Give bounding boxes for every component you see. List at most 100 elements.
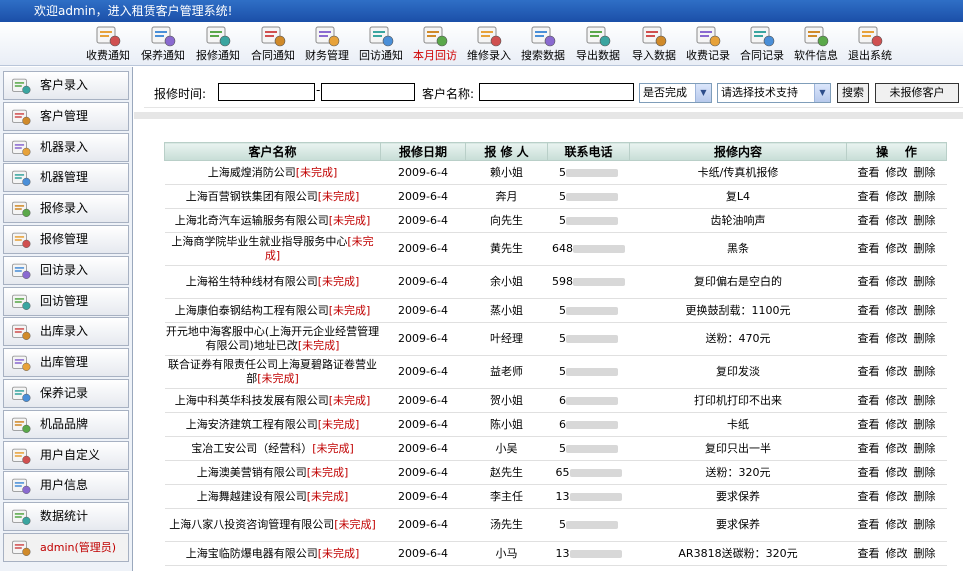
delete-link[interactable]: 删除 [914,214,936,227]
table-row[interactable]: 上海裕生特种线材有限公司[未完成] 2009-6-4 余小姐 598 复印偏右是空白的查… [164,265,947,299]
view-link[interactable]: 查看 [858,466,880,479]
sidebar-item-customer-entry[interactable]: 客户录入 [3,71,129,100]
sidebar-item-outbound-manage[interactable]: 出库管理 [3,348,129,378]
view-link[interactable]: 查看 [858,490,880,503]
delete-link[interactable]: 删除 [914,418,936,431]
edit-link[interactable]: 修改 [886,190,908,203]
toolbar-repair-entry-button[interactable]: 维修录入 [467,22,511,66]
edit-link[interactable]: 修改 [886,490,908,503]
sidebar-item-machine-manage[interactable]: 机器管理 [3,163,129,193]
delete-link[interactable]: 删除 [914,304,936,317]
view-link[interactable]: 查看 [858,166,880,179]
delete-link[interactable]: 删除 [914,365,936,378]
table-row[interactable]: 上海康伯泰钢结构工程有限公司[未完成] 2009-6-4 蒸小姐 5 更换鼓刮载：110… [164,298,947,323]
toolbar-revisit-notice-button[interactable]: 回访通知 [359,22,403,66]
delete-link[interactable]: 删除 [914,190,936,203]
edit-link[interactable]: 修改 [886,214,908,227]
sidebar-item-statistics[interactable]: 数据统计 [3,502,129,532]
reporter-cell: 向先生 [465,208,548,233]
view-link[interactable]: 查看 [858,242,880,255]
search-button[interactable]: 搜索 [837,83,869,103]
toolbar-contract-record-button[interactable]: 合同记录 [740,22,784,66]
table-row[interactable]: 开元地中海客服中心(上海开元企业经营管理有限公司)地址已改[未完成] 2009-6… [164,322,947,356]
table-row[interactable]: 上海百营钢铁集团有限公司[未完成] 2009-6-4 奔月 5 复L4 查看 修改 删除 [164,184,947,209]
tech-support-select[interactable]: 请选择技术支持 ▼ [717,83,831,103]
delete-link[interactable]: 删除 [914,518,936,531]
view-link[interactable]: 查看 [858,304,880,317]
edit-link[interactable]: 修改 [886,166,908,179]
date-end-input[interactable] [321,83,415,101]
delete-link[interactable]: 删除 [914,547,936,560]
toolbar-exit-button[interactable]: 退出系统 [848,22,892,66]
edit-link[interactable]: 修改 [886,518,908,531]
toolbar-export-data-button[interactable]: 导出数据 [576,22,620,66]
toolbar-maintenance-notice-button[interactable]: 保养通知 [141,22,185,66]
view-link[interactable]: 查看 [858,442,880,455]
delete-link[interactable]: 删除 [914,490,936,503]
sidebar-item-brand[interactable]: 机品品牌 [3,409,129,439]
edit-link[interactable]: 修改 [886,466,908,479]
edit-link[interactable]: 修改 [886,332,908,345]
delete-link[interactable]: 删除 [914,332,936,345]
table-row[interactable]: 上海安济建筑工程有限公司[未完成] 2009-6-4 陈小姐 6 卡纸 查看 修改 删除 [164,412,947,437]
table-row[interactable]: 上海商学院毕业生就业指导服务中心[未完成] 2009-6-4 黄先生 648 黑条 查看修… [164,232,947,266]
view-link[interactable]: 查看 [858,418,880,431]
edit-link[interactable]: 修改 [886,304,908,317]
toolbar-finance-button[interactable]: 财务管理 [305,22,349,66]
table-row[interactable]: 联合证券有限责任公司上海夏碧路证卷营业部[未完成] 2009-6-4 益老师 5 复印发… [164,355,947,389]
table-row[interactable]: 上海中科英华科技发展有限公司[未完成] 2009-6-4 贺小姐 6 打印机打印不出来查… [164,388,947,413]
table-row[interactable]: 上海威煌消防公司[未完成] 2009-6-4 赖小姐 5 卡纸/传真机报修 查看 修改 删除 [164,160,947,185]
delete-link[interactable]: 删除 [914,466,936,479]
sidebar-item-revisit-entry[interactable]: 回访录入 [3,255,129,285]
table-row[interactable]: 上海北奇汽车运输服务有限公司[未完成] 2009-6-4 向先生 5 齿轮油响声 查看 修改… [164,208,947,233]
toolbar-contract-notice-button[interactable]: 合同通知 [251,22,295,66]
toolbar-import-data-button[interactable]: 导入数据 [632,22,676,66]
sidebar-item-repair-report-entry[interactable]: 报修录入 [3,194,129,224]
edit-link[interactable]: 修改 [886,275,908,288]
edit-link[interactable]: 修改 [886,394,908,407]
delete-link[interactable]: 删除 [914,442,936,455]
sidebar-item-machine-entry[interactable]: 机器录入 [3,132,129,162]
edit-link[interactable]: 修改 [886,442,908,455]
view-link[interactable]: 查看 [858,394,880,407]
view-link[interactable]: 查看 [858,365,880,378]
view-link[interactable]: 查看 [858,547,880,560]
toolbar-repair-notice-button[interactable]: 报修通知 [196,22,240,66]
date-start-input[interactable] [218,83,315,101]
table-row[interactable]: 上海澳美营销有限公司[未完成] 2009-6-4 赵先生 65 送粉：320元 查看 修改删… [164,460,947,485]
delete-link[interactable]: 删除 [914,275,936,288]
delete-link[interactable]: 删除 [914,394,936,407]
sidebar-item-repair-report-manage[interactable]: 报修管理 [3,225,129,254]
customer-name-input[interactable] [479,83,634,101]
sidebar-item-customer-manage[interactable]: 客户管理 [3,101,129,131]
delete-link[interactable]: 删除 [914,166,936,179]
view-link[interactable]: 查看 [858,332,880,345]
unrepaired-customers-button[interactable]: 未报修客户 [875,83,959,103]
sidebar-item-admin[interactable]: admin(管理员) [3,533,129,562]
sidebar-item-user-info[interactable]: 用户信息 [3,471,129,501]
view-link[interactable]: 查看 [858,214,880,227]
edit-link[interactable]: 修改 [886,242,908,255]
edit-link[interactable]: 修改 [886,547,908,560]
table-row[interactable]: 上海八家八投资咨询管理有限公司[未完成] 2009-6-4 汤先生 5 要求保养 查看 修改… [164,508,947,542]
delete-link[interactable]: 删除 [914,242,936,255]
actions-cell: 查看 修改 删除 [846,436,947,461]
sidebar-item-user-custom[interactable]: 用户自定义 [3,440,129,470]
sidebar-item-outbound-entry[interactable]: 出库录入 [3,317,129,347]
sidebar-item-maintenance-record[interactable]: 保养记录 [3,379,129,408]
view-link[interactable]: 查看 [858,275,880,288]
sidebar-item-revisit-manage[interactable]: 回访管理 [3,286,129,316]
toolbar-monthly-revisit-button[interactable]: 本月回访 [413,22,457,66]
status-select[interactable]: 是否完成 ▼ [639,83,712,103]
table-row[interactable]: 上海宝临防爆电器有限公司[未完成] 2009-6-4 小马 13 AR3818送碳粉：3… [164,541,947,566]
toolbar-fee-record-button[interactable]: 收费记录 [686,22,730,66]
edit-link[interactable]: 修改 [886,365,908,378]
table-row[interactable]: 宝冶工安公司（经营科）[未完成] 2009-6-4 小吴 5 复印只出一半 查看 修改 删除 [164,436,947,461]
toolbar-search-data-button[interactable]: 搜索数据 [521,22,565,66]
edit-link[interactable]: 修改 [886,418,908,431]
toolbar-fee-notice-button[interactable]: 收费通知 [86,22,130,66]
view-link[interactable]: 查看 [858,518,880,531]
toolbar-home-button[interactable]: 软件信息 [794,22,838,66]
table-row[interactable]: 上海舞越建设有限公司[未完成] 2009-6-4 李主任 13 要求保养 查看 修改 删除 [164,484,947,509]
view-link[interactable]: 查看 [858,190,880,203]
